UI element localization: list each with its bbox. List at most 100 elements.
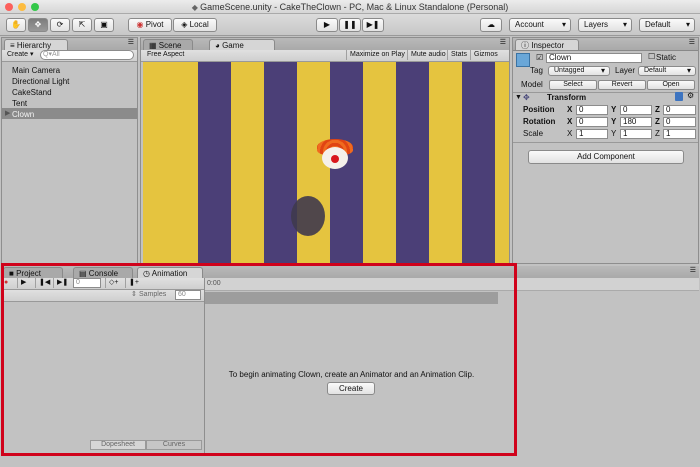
static-checkbox[interactable]: ☐ [648,52,655,61]
scale-z-field[interactable]: 1 [663,129,696,139]
aspect-dropdown[interactable]: Free Aspect [144,50,344,60]
position-x-field[interactable]: 0 [576,105,608,115]
list-item-selected[interactable]: Clown [12,109,34,120]
axis-y-label: Y [611,105,617,114]
game-viewport[interactable] [143,62,509,263]
move-tool-button[interactable]: ✥ [28,18,48,32]
open-button[interactable]: Open [647,80,695,90]
close-window-button[interactable] [5,3,13,11]
rotation-y-field[interactable]: 180 [620,117,652,127]
local-icon: ◈ [181,20,190,29]
tab-scene[interactable]: ▦ Scene [143,39,193,50]
help-book-icon[interactable] [675,92,683,101]
step-button[interactable]: ▶❚ [362,18,384,32]
tab-game-label: Game [222,41,244,50]
tab-inspector[interactable]: ⓘ Inspector [515,39,579,50]
pacman-icon: ◕ [215,41,223,50]
aspect-label: Free Aspect [147,51,185,58]
scale-tool-button[interactable]: ⇱ [72,18,92,32]
hierarchy-subbar: Create ▾ Q▾All [2,50,137,62]
position-label: Position [523,105,555,114]
list-item[interactable]: CakeStand [12,87,52,98]
info-icon: ⓘ [521,41,532,50]
cloud-icon: ☁ [487,20,495,29]
active-checkbox[interactable]: ☑ [536,53,543,62]
tab-inspector-label: Inspector [531,41,565,50]
panel-menu-icon[interactable]: ☰ [689,38,695,46]
create-dropdown[interactable]: Create ▾ [4,50,36,60]
list-item[interactable]: Directional Light [12,76,69,87]
model-label: Model [521,80,543,89]
unity-file-icon: ◆ [191,3,201,12]
grid-icon: ▦ [149,41,159,50]
pause-button[interactable]: ❚❚ [339,18,361,32]
hand-tool-button[interactable]: ✋ [6,18,26,32]
clown-sprite[interactable] [315,139,355,169]
rotation-x-field[interactable]: 0 [576,117,608,127]
expand-arrow-icon[interactable]: ▶ [5,109,10,117]
panel-menu-icon[interactable]: ☰ [500,38,506,46]
zoom-window-button[interactable] [31,3,39,11]
game-subbar: Free Aspect Maximize on Play Mute audio … [141,50,509,62]
rotation-label: Rotation [523,117,556,126]
gizmos-toggle[interactable]: Gizmos [470,50,501,60]
hierarchy-search-input[interactable]: Q▾All [40,50,134,60]
local-toggle-button[interactable]: ◈ Local [173,18,217,32]
highlight-annotation-box [1,263,517,456]
rotate-tool-button[interactable]: ⟳ [50,18,70,32]
axis-y-label: Y [611,117,617,126]
purple-stripe [462,62,495,263]
panel-menu-icon[interactable]: ☰ [690,266,696,274]
window-title: GameScene.unity - CakeTheClown - PC, Mac… [200,2,509,12]
create-label: Create [7,51,29,58]
select-button[interactable]: Select [549,80,597,90]
revert-button[interactable]: Revert [598,80,646,90]
transform-foldout-icon[interactable]: ▼ [515,94,522,101]
cloud-button[interactable]: ☁ [480,18,502,32]
maximize-on-play-toggle[interactable]: Maximize on Play [346,50,408,60]
tab-hierarchy-label: Hierarchy [16,41,52,50]
divider [513,142,698,143]
tab-scene-label: Scene [158,41,182,50]
play-button[interactable]: ▶ [316,18,338,32]
layer-dropdown[interactable]: Default [638,66,696,76]
minimize-window-button[interactable] [18,3,26,11]
rect-tool-button[interactable]: ▣ [94,18,114,32]
add-component-button[interactable]: Add Component [528,150,684,164]
window-title-bar: ◆ GameScene.unity - CakeTheClown - PC, M… [0,0,700,14]
rect-icon: ▣ [100,20,108,29]
axis-x-label: X [567,117,573,126]
tab-game[interactable]: ◕ Game [209,39,275,50]
position-z-field[interactable]: 0 [663,105,696,115]
gear-icon[interactable]: ⚙ [687,91,694,100]
panel-menu-icon[interactable]: ☰ [128,38,134,46]
scale-y-field[interactable]: 1 [620,129,652,139]
axis-z-label: Z [655,105,660,114]
transform-icon: ✥ [523,93,530,102]
layers-dropdown[interactable]: Layers [578,18,632,32]
axis-z-label: Z [655,117,660,126]
object-name-field[interactable]: Clown [546,53,642,63]
clown-nose [331,155,339,163]
layout-dropdown[interactable]: Default [639,18,695,32]
tab-hierarchy[interactable]: ≡ Hierarchy [4,39,68,50]
hierarchy-panel: ≡ Hierarchy ☰ Create ▾ Q▾All Main Camera… [1,37,138,264]
account-dropdown[interactable]: Account [509,18,571,32]
rotation-z-field[interactable]: 0 [663,117,696,127]
tag-dropdown[interactable]: Untagged [548,66,610,76]
stats-toggle[interactable]: Stats [447,50,470,60]
scale-icon: ⇱ [78,20,86,29]
pivot-label: Pivot [145,20,164,29]
axis-x-label: X [567,105,573,114]
list-item[interactable]: Main Camera [12,65,60,76]
pivot-toggle-button[interactable]: ◉ Pivot [128,18,172,32]
mute-audio-toggle[interactable]: Mute audio [407,50,449,60]
transform-label: Transform [547,93,587,102]
purple-stripe [264,62,297,263]
position-y-field[interactable]: 0 [620,105,652,115]
axis-x-label: X [567,129,573,138]
axis-y-label: Y [611,129,617,138]
scale-x-field[interactable]: 1 [576,129,608,139]
list-icon: ≡ [10,41,17,50]
move-arrows-icon: ✥ [34,20,42,29]
